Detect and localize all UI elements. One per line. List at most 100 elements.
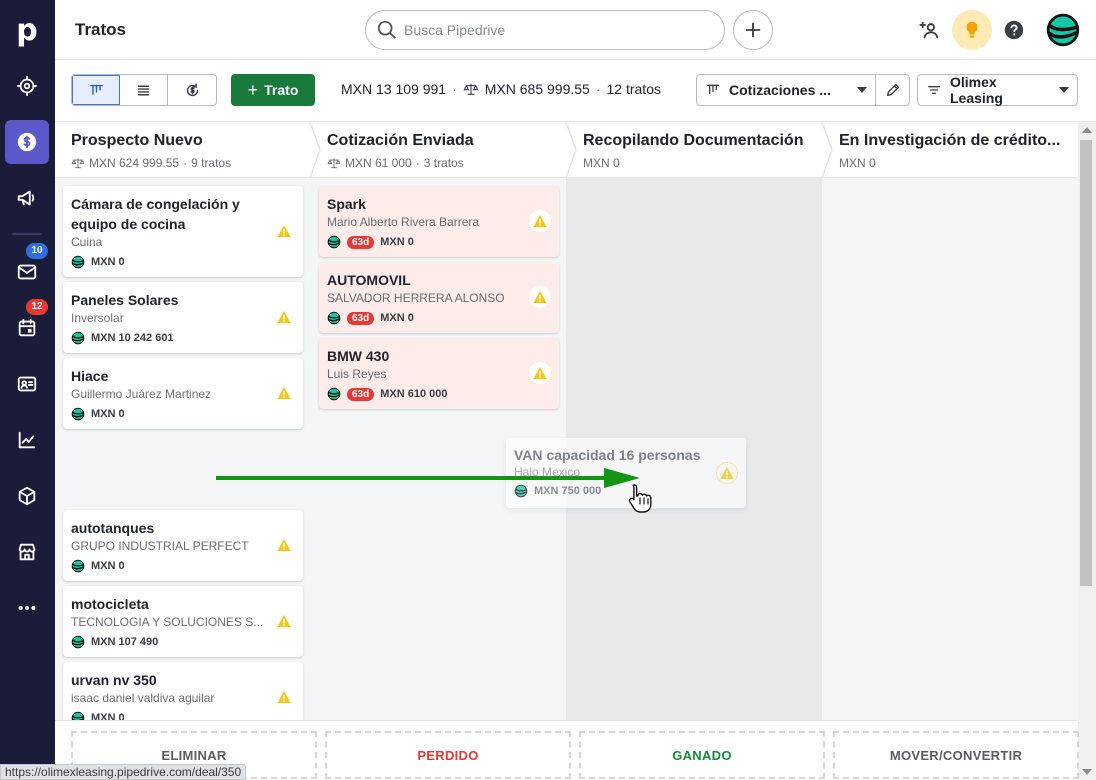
deal-card[interactable]: urvan nv 350 isaac daniel valdiva aguila…	[63, 662, 303, 720]
warning-icon[interactable]	[273, 686, 295, 708]
tips-button[interactable]	[952, 10, 992, 50]
nav-contacts[interactable]	[5, 362, 49, 406]
deal-card[interactable]: Paneles Solares Inversolar MXN 10 242 60…	[63, 282, 303, 353]
deal-value: MXN 750 000	[534, 485, 602, 497]
owner-avatar-icon	[327, 311, 341, 325]
deal-value: MXN 107 490	[91, 636, 159, 648]
owner-avatar-icon	[71, 255, 85, 269]
stage-header[interactable]: Cotización Enviada MXN 61 000 · 3 tratos	[311, 122, 567, 178]
deal-title: autotanques	[71, 520, 155, 536]
stage-chevron	[565, 122, 577, 178]
stage-chevron	[309, 122, 321, 178]
pipeline-selector[interactable]: Cotizaciones ...	[696, 74, 876, 106]
edit-pipeline-button[interactable]	[875, 74, 910, 106]
warning-icon[interactable]	[529, 286, 551, 308]
search-box[interactable]	[365, 10, 725, 50]
view-toggle	[71, 74, 217, 106]
nav-products[interactable]	[5, 474, 49, 518]
pencil-icon	[886, 83, 899, 97]
page-title: Tratos	[75, 20, 127, 39]
warning-icon[interactable]	[529, 362, 551, 384]
deal-organization: isaac daniel valdiva aguilar	[71, 691, 215, 705]
rail-divider	[12, 233, 42, 235]
deal-footer: 63d MXN 0	[327, 235, 551, 249]
invite-users-button[interactable]	[910, 10, 950, 50]
owner-avatar-icon	[327, 387, 341, 401]
add-user-icon	[919, 21, 939, 39]
warning-icon[interactable]	[529, 210, 551, 232]
warning-icon[interactable]	[273, 610, 295, 632]
stage-chevron	[821, 122, 833, 178]
warning-icon[interactable]	[273, 306, 295, 328]
move-convert-dropzone[interactable]: MOVER/CONVERTIR	[833, 731, 1079, 779]
deal-card[interactable]: AUTOMOVIL SALVADOR HERRERA ALONSO 63d MX…	[319, 262, 559, 333]
separator-dot: ·	[183, 156, 188, 170]
dollar-circle-icon	[17, 132, 37, 152]
deal-organization: Luis Reyes	[327, 367, 387, 381]
pipedrive-logo[interactable]: p	[5, 8, 49, 52]
warning-icon[interactable]	[273, 220, 295, 242]
help-button[interactable]	[994, 10, 1034, 50]
warning-icon[interactable]	[273, 534, 295, 556]
won-dropzone[interactable]: GANADO	[579, 731, 825, 779]
deal-organization: TECNOLOGIA Y SOLUCIONES S...	[71, 615, 264, 629]
deal-card[interactable]: Hiace Guillermo Juárez Martinez MXN 0	[63, 358, 303, 429]
deal-title: Cámara de congelación y equipo de cocina	[71, 196, 240, 232]
search-input[interactable]	[404, 22, 704, 38]
deal-card[interactable]: Cámara de congelación y equipo de cocina…	[63, 186, 303, 277]
filter-selector[interactable]: Olimex Leasing	[917, 74, 1078, 106]
stage-meta: MXN 624 999.55 · 9 tratos	[71, 156, 231, 170]
deal-card[interactable]: BMW 430 Luis Reyes 63d MXN 610 000	[319, 338, 559, 409]
nav-deals[interactable]	[5, 120, 49, 164]
megaphone-icon	[17, 190, 35, 206]
stage-meta: MXN 0	[583, 156, 620, 170]
filter-icon	[928, 86, 940, 94]
lost-dropzone[interactable]: PERDIDO	[325, 731, 571, 779]
deal-footer: 63d MXN 610 000	[327, 387, 551, 401]
deal-value: MXN 0	[380, 312, 414, 324]
nav-campaigns[interactable]	[5, 176, 49, 220]
stage-name: En Investigación de crédito...	[839, 132, 1061, 149]
stage-value: MXN 624 999.55	[89, 156, 180, 170]
deal-card[interactable]: autotanques GRUPO INDUSTRIAL PERFECT MXN…	[63, 510, 303, 581]
deal-organization: Guillermo Juárez Martinez	[71, 387, 212, 401]
deal-count: 12 tratos	[606, 81, 661, 97]
stage-header[interactable]: En Investigación de crédito... MXN 0	[823, 122, 1078, 178]
deal-value: MXN 0	[91, 560, 125, 572]
dragged-deal-card[interactable]: VAN capacidad 16 personas Halo Mexico MX…	[506, 438, 746, 508]
add-deal-button[interactable]: + Trato	[231, 74, 315, 106]
deal-card[interactable]: motocicleta TECNOLOGIA Y SOLUCIONES S...…	[63, 586, 303, 657]
warning-icon[interactable]	[273, 382, 295, 404]
pipeline-view-button[interactable]	[72, 75, 120, 105]
nav-leads[interactable]	[5, 64, 49, 108]
quick-add-button[interactable]	[733, 10, 773, 50]
forecast-view-button[interactable]	[168, 75, 216, 105]
add-deal-label: Trato	[264, 82, 299, 98]
separator-dot: ·	[415, 156, 420, 170]
pipeline-label: Cotizaciones ...	[729, 82, 831, 98]
deal-organization: SALVADOR HERRERA ALONSO	[327, 291, 505, 305]
deal-value: MXN 610 000	[380, 388, 448, 400]
nav-insights[interactable]	[5, 418, 49, 462]
nav-marketplace[interactable]	[5, 530, 49, 574]
vertical-scrollbar[interactable]	[1078, 122, 1096, 780]
box-icon	[18, 486, 36, 506]
stage-header[interactable]: Prospecto Nuevo MXN 624 999.55 · 9 trato…	[55, 122, 311, 178]
list-view-button[interactable]	[120, 75, 168, 105]
deal-footer: MXN 0	[71, 711, 295, 720]
deal-card[interactable]: Spark Mario Alberto Rivera Barrera 63d M…	[319, 186, 559, 257]
kanban-icon	[707, 84, 719, 94]
scrollbar-thumb[interactable]	[1080, 140, 1092, 586]
owner-avatar-icon	[71, 635, 85, 649]
nav-more[interactable]	[5, 586, 49, 630]
scroll-up-arrow[interactable]	[1082, 127, 1092, 133]
weighted-value: MXN 685 999.55	[484, 81, 590, 97]
stage-meta: MXN 0	[839, 156, 876, 170]
plus-icon	[745, 22, 761, 38]
stage-header[interactable]: Recopilando Documentación MXN 0	[567, 122, 823, 178]
top-header: Tratos	[55, 0, 1096, 60]
user-avatar[interactable]	[1043, 10, 1083, 50]
scroll-down-arrow[interactable]	[1082, 769, 1092, 775]
search-icon	[377, 20, 396, 39]
deal-footer: 63d MXN 0	[327, 311, 551, 325]
